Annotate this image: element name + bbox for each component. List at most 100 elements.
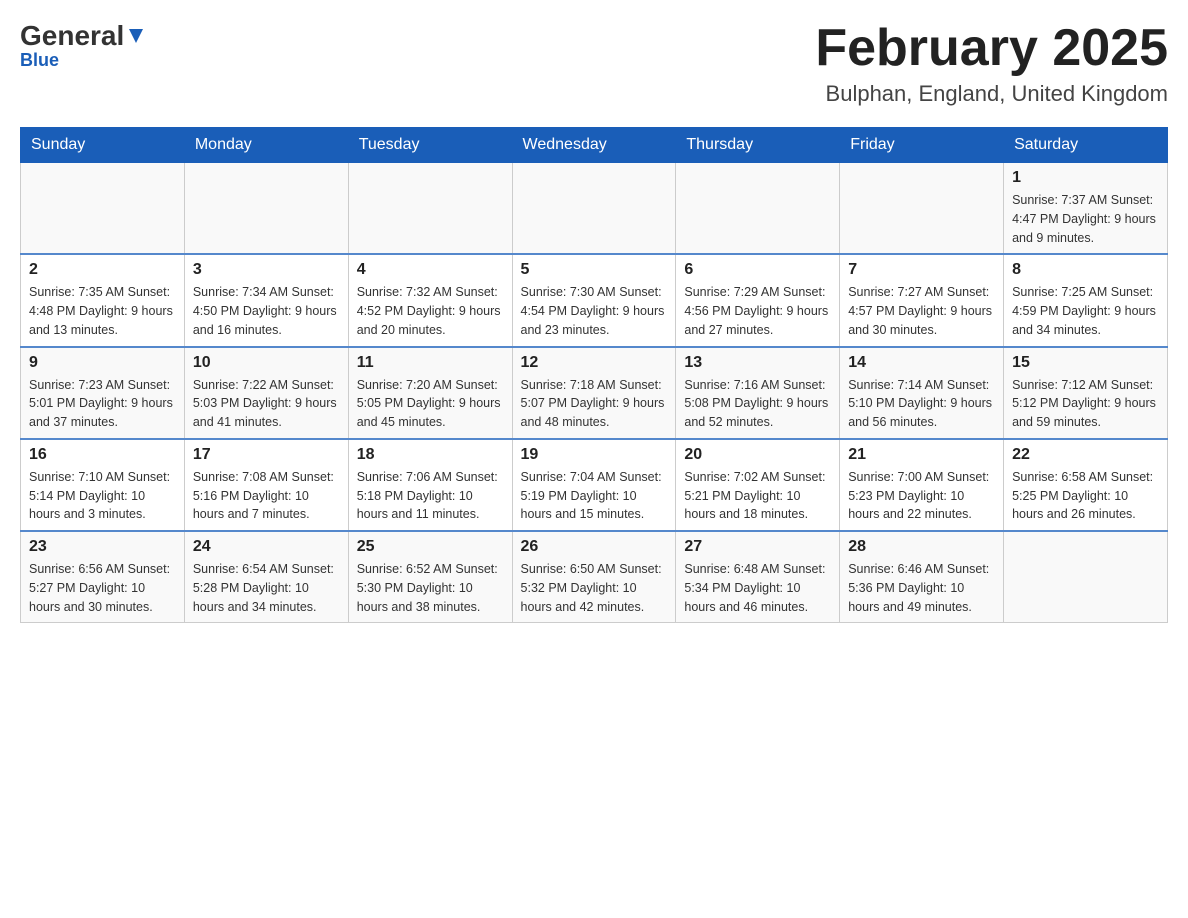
day-number: 17: [193, 446, 340, 464]
day-number: 8: [1012, 261, 1159, 279]
day-number: 15: [1012, 354, 1159, 372]
calendar-day-cell: 17 Sunrise: 7:08 AM Sunset: 5:16 PM Dayli…: [184, 439, 348, 531]
day-number: 26: [521, 538, 668, 556]
calendar-day-cell: 10 Sunrise: 7:22 AM Sunset: 5:03 PM Dayli…: [184, 347, 348, 439]
calendar-day-cell: 15 Sunrise: 7:12 AM Sunset: 5:12 PM Dayli…: [1004, 347, 1168, 439]
day-info: Sunrise: 7:00 AM Sunset: 5:23 PM Dayligh…: [848, 468, 995, 524]
day-info: Sunrise: 7:02 AM Sunset: 5:21 PM Dayligh…: [684, 468, 831, 524]
day-number: 11: [357, 354, 504, 372]
calendar-day-cell: 7 Sunrise: 7:27 AM Sunset: 4:57 PM Daylig…: [840, 254, 1004, 346]
calendar-day-cell: 25 Sunrise: 6:52 AM Sunset: 5:30 PM Dayli…: [348, 531, 512, 623]
calendar-day-cell: 22 Sunrise: 6:58 AM Sunset: 5:25 PM Dayli…: [1004, 439, 1168, 531]
calendar-day-cell: [1004, 531, 1168, 623]
day-number: 7: [848, 261, 995, 279]
day-number: 18: [357, 446, 504, 464]
day-info: Sunrise: 7:04 AM Sunset: 5:19 PM Dayligh…: [521, 468, 668, 524]
day-info: Sunrise: 7:08 AM Sunset: 5:16 PM Dayligh…: [193, 468, 340, 524]
day-info: Sunrise: 7:37 AM Sunset: 4:47 PM Dayligh…: [1012, 191, 1159, 247]
col-monday: Monday: [184, 128, 348, 163]
calendar-week-row: 16 Sunrise: 7:10 AM Sunset: 5:14 PM Dayli…: [21, 439, 1168, 531]
calendar-day-cell: [184, 163, 348, 255]
logo: General Blue: [20, 20, 148, 71]
day-number: 22: [1012, 446, 1159, 464]
day-number: 19: [521, 446, 668, 464]
day-number: 9: [29, 354, 176, 372]
day-number: 20: [684, 446, 831, 464]
calendar-day-cell: [348, 163, 512, 255]
calendar-day-cell: 16 Sunrise: 7:10 AM Sunset: 5:14 PM Dayli…: [21, 439, 185, 531]
day-number: 24: [193, 538, 340, 556]
col-tuesday: Tuesday: [348, 128, 512, 163]
calendar-day-cell: 23 Sunrise: 6:56 AM Sunset: 5:27 PM Dayli…: [21, 531, 185, 623]
calendar-day-cell: 19 Sunrise: 7:04 AM Sunset: 5:19 PM Dayli…: [512, 439, 676, 531]
col-sunday: Sunday: [21, 128, 185, 163]
day-number: 21: [848, 446, 995, 464]
day-info: Sunrise: 6:48 AM Sunset: 5:34 PM Dayligh…: [684, 560, 831, 616]
calendar-day-cell: 21 Sunrise: 7:00 AM Sunset: 5:23 PM Dayli…: [840, 439, 1004, 531]
day-info: Sunrise: 6:56 AM Sunset: 5:27 PM Dayligh…: [29, 560, 176, 616]
day-number: 23: [29, 538, 176, 556]
day-number: 13: [684, 354, 831, 372]
day-number: 27: [684, 538, 831, 556]
calendar-day-cell: 13 Sunrise: 7:16 AM Sunset: 5:08 PM Dayli…: [676, 347, 840, 439]
calendar-day-cell: 9 Sunrise: 7:23 AM Sunset: 5:01 PM Daylig…: [21, 347, 185, 439]
day-info: Sunrise: 6:58 AM Sunset: 5:25 PM Dayligh…: [1012, 468, 1159, 524]
day-info: Sunrise: 7:34 AM Sunset: 4:50 PM Dayligh…: [193, 283, 340, 339]
logo-general-text: General: [20, 20, 124, 52]
col-saturday: Saturday: [1004, 128, 1168, 163]
day-info: Sunrise: 7:25 AM Sunset: 4:59 PM Dayligh…: [1012, 283, 1159, 339]
calendar-day-cell: [676, 163, 840, 255]
logo-arrow-icon: [124, 20, 148, 52]
col-friday: Friday: [840, 128, 1004, 163]
calendar-day-cell: [840, 163, 1004, 255]
day-number: 16: [29, 446, 176, 464]
title-section: February 2025 Bulphan, England, United K…: [815, 20, 1168, 107]
calendar-day-cell: 4 Sunrise: 7:32 AM Sunset: 4:52 PM Daylig…: [348, 254, 512, 346]
day-number: 1: [1012, 169, 1159, 187]
day-number: 12: [521, 354, 668, 372]
calendar-day-cell: [512, 163, 676, 255]
calendar-day-cell: 26Sunrise: 6:50 AM Sunset: 5:32 PM Dayli…: [512, 531, 676, 623]
day-info: Sunrise: 7:18 AM Sunset: 5:07 PM Dayligh…: [521, 376, 668, 432]
calendar-day-cell: 11Sunrise: 7:20 AM Sunset: 5:05 PM Dayli…: [348, 347, 512, 439]
day-info: Sunrise: 7:10 AM Sunset: 5:14 PM Dayligh…: [29, 468, 176, 524]
calendar-table: Sunday Monday Tuesday Wednesday Thursday…: [20, 127, 1168, 623]
day-info: Sunrise: 7:12 AM Sunset: 5:12 PM Dayligh…: [1012, 376, 1159, 432]
page-header: General Blue February 2025 Bulphan, Engl…: [20, 20, 1168, 107]
day-number: 25: [357, 538, 504, 556]
day-info: Sunrise: 7:14 AM Sunset: 5:10 PM Dayligh…: [848, 376, 995, 432]
day-info: Sunrise: 7:16 AM Sunset: 5:08 PM Dayligh…: [684, 376, 831, 432]
calendar-day-cell: 12 Sunrise: 7:18 AM Sunset: 5:07 PM Dayli…: [512, 347, 676, 439]
day-number: 28: [848, 538, 995, 556]
day-info: Sunrise: 6:54 AM Sunset: 5:28 PM Dayligh…: [193, 560, 340, 616]
day-number: 10: [193, 354, 340, 372]
calendar-day-cell: 20 Sunrise: 7:02 AM Sunset: 5:21 PM Dayli…: [676, 439, 840, 531]
calendar-day-cell: 27 Sunrise: 6:48 AM Sunset: 5:34 PM Dayli…: [676, 531, 840, 623]
col-thursday: Thursday: [676, 128, 840, 163]
day-info: Sunrise: 7:32 AM Sunset: 4:52 PM Dayligh…: [357, 283, 504, 339]
day-number: 5: [521, 261, 668, 279]
day-info: Sunrise: 7:30 AM Sunset: 4:54 PM Dayligh…: [521, 283, 668, 339]
calendar-day-cell: 6Sunrise: 7:29 AM Sunset: 4:56 PM Daylig…: [676, 254, 840, 346]
calendar-day-cell: 1 Sunrise: 7:37 AM Sunset: 4:47 PM Daylig…: [1004, 163, 1168, 255]
calendar-day-cell: 2Sunrise: 7:35 AM Sunset: 4:48 PM Daylig…: [21, 254, 185, 346]
calendar-week-row: 2Sunrise: 7:35 AM Sunset: 4:48 PM Daylig…: [21, 254, 1168, 346]
col-wednesday: Wednesday: [512, 128, 676, 163]
logo-blue-text: Blue: [20, 50, 59, 71]
calendar-day-cell: 3Sunrise: 7:34 AM Sunset: 4:50 PM Daylig…: [184, 254, 348, 346]
calendar-day-cell: 28 Sunrise: 6:46 AM Sunset: 5:36 PM Dayli…: [840, 531, 1004, 623]
day-info: Sunrise: 6:46 AM Sunset: 5:36 PM Dayligh…: [848, 560, 995, 616]
day-info: Sunrise: 7:27 AM Sunset: 4:57 PM Dayligh…: [848, 283, 995, 339]
main-title: February 2025: [815, 20, 1168, 77]
calendar-day-cell: 14 Sunrise: 7:14 AM Sunset: 5:10 PM Dayli…: [840, 347, 1004, 439]
day-info: Sunrise: 7:23 AM Sunset: 5:01 PM Dayligh…: [29, 376, 176, 432]
calendar-day-cell: 24 Sunrise: 6:54 AM Sunset: 5:28 PM Dayli…: [184, 531, 348, 623]
calendar-week-row: 1 Sunrise: 7:37 AM Sunset: 4:47 PM Daylig…: [21, 163, 1168, 255]
location-subtitle: Bulphan, England, United Kingdom: [815, 81, 1168, 107]
day-info: Sunrise: 7:22 AM Sunset: 5:03 PM Dayligh…: [193, 376, 340, 432]
calendar-day-cell: [21, 163, 185, 255]
day-info: Sunrise: 6:52 AM Sunset: 5:30 PM Dayligh…: [357, 560, 504, 616]
day-number: 6: [684, 261, 831, 279]
day-number: 14: [848, 354, 995, 372]
day-number: 4: [357, 261, 504, 279]
